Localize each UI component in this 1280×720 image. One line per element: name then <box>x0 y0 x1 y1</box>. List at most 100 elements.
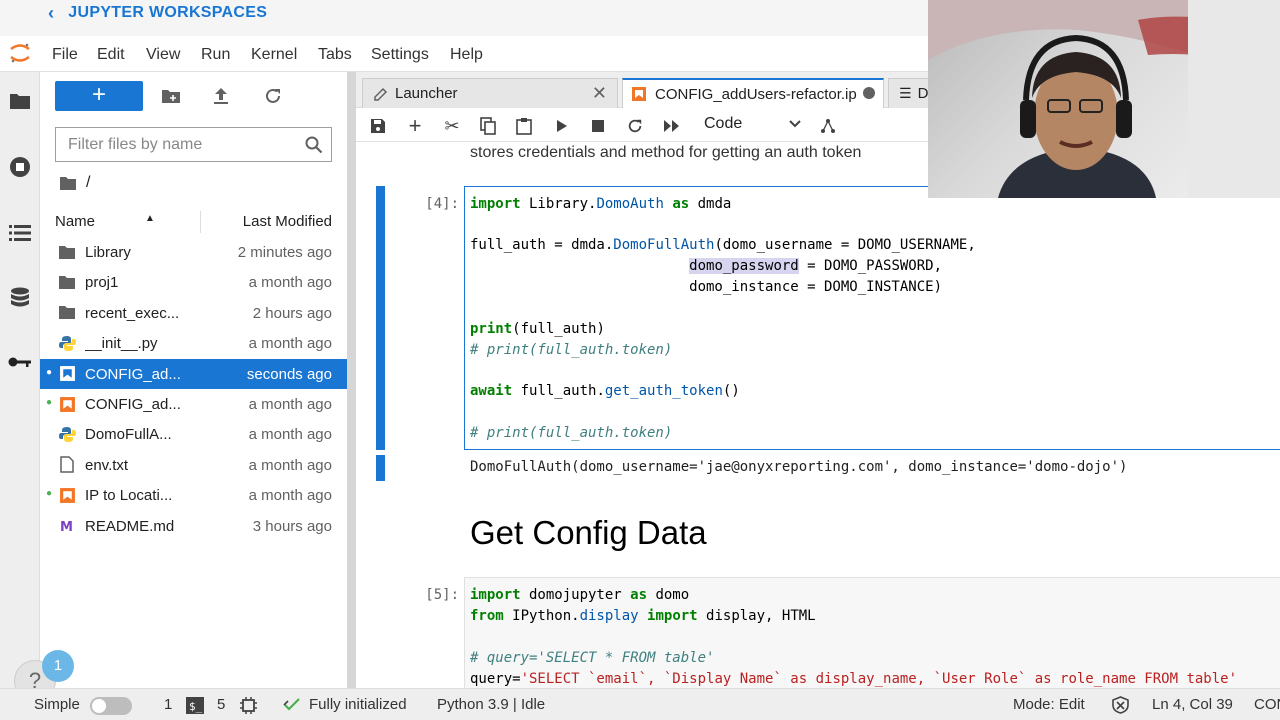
save-icon[interactable] <box>367 115 389 137</box>
unsaved-dot-icon[interactable] <box>863 87 875 99</box>
file-row[interactable]: __init__.py a month ago <box>40 328 347 358</box>
list-icon: ☰ <box>899 85 912 101</box>
sort-ascending-icon: ▲ <box>145 213 155 224</box>
cell-5-editor[interactable]: import domojupyter as domo from IPython.… <box>464 577 1280 688</box>
file-name: IP to Locati... <box>85 487 173 505</box>
copy-icon[interactable] <box>477 115 499 137</box>
fast-forward-icon[interactable] <box>661 115 683 137</box>
file-name: CONFIG_ad... <box>85 396 181 413</box>
simple-mode-toggle[interactable] <box>90 697 132 715</box>
menu-kernel[interactable]: Kernel <box>251 46 297 64</box>
notebook-icon <box>58 486 76 504</box>
file-name: env.txt <box>85 456 129 474</box>
filter-files-input-wrapper <box>55 127 332 162</box>
file-row[interactable]: Library 2 minutes ago <box>40 237 347 267</box>
file-icon <box>58 456 76 474</box>
new-folder-icon[interactable] <box>160 85 182 107</box>
file-modified: a month ago <box>248 274 332 292</box>
file-row[interactable]: env.txt a month ago <box>40 450 347 480</box>
file-row[interactable]: DomoFullA... a month ago <box>40 419 347 449</box>
filter-files-input[interactable] <box>56 135 296 154</box>
folder-icon[interactable] <box>59 176 77 191</box>
kernel-count[interactable]: 5 <box>217 696 225 713</box>
running-kernels-icon[interactable] <box>8 155 32 179</box>
menu-tabs[interactable]: Tabs <box>318 46 352 64</box>
menu-edit[interactable]: Edit <box>97 46 125 64</box>
file-modified: a month ago <box>248 426 332 444</box>
menu-help[interactable]: Help <box>450 46 483 64</box>
panel-splitter[interactable] <box>347 72 356 688</box>
lsp-icon[interactable] <box>283 697 301 717</box>
database-icon[interactable] <box>8 286 32 310</box>
chevron-left-icon: ‹ <box>48 2 55 23</box>
menu-file[interactable]: File <box>52 46 78 64</box>
file-modified: 2 minutes ago <box>237 244 332 261</box>
file-row[interactable]: proj1 a month ago <box>40 267 347 297</box>
running-indicator-icon: ● <box>46 366 53 378</box>
terminal-count[interactable]: 1 <box>164 696 172 713</box>
restart-icon[interactable] <box>624 115 646 137</box>
new-launcher-button[interactable]: + <box>55 81 143 111</box>
tab-config-notebook[interactable]: CONFIG_addUsers-refactor.ip <box>622 78 884 108</box>
menu-run[interactable]: Run <box>201 46 230 64</box>
file-modified: a month ago <box>248 396 332 413</box>
file-name: README.md <box>85 517 175 535</box>
webcam-video-overlay <box>928 0 1280 198</box>
code-line: from IPython.display import display, HTM… <box>470 608 816 624</box>
python-icon <box>58 425 76 443</box>
kernel-chip-icon[interactable] <box>240 697 257 718</box>
cell-type-value: Code <box>704 115 743 132</box>
code-line: domo_instance = DOMO_INSTANCE) <box>470 279 943 295</box>
back-to-workspaces-link[interactable]: ‹ JUPYTER WORKSPACES <box>48 2 267 24</box>
file-row[interactable]: ● CONFIG_ad... seconds ago <box>40 358 347 389</box>
running-indicator-icon: ● <box>46 397 53 408</box>
toc-list-icon[interactable] <box>8 221 32 245</box>
breadcrumb-root[interactable]: / <box>86 174 90 192</box>
file-name: DomoFullA... <box>85 426 172 444</box>
refresh-icon[interactable] <box>262 85 284 107</box>
menu-view[interactable]: View <box>146 46 180 64</box>
file-modified: a month ago <box>248 487 332 505</box>
lsp-status[interactable]: Fully initialized <box>309 696 407 713</box>
code-line: print(full_auth) <box>470 321 605 337</box>
markdown-cell-text[interactable]: stores credentials and method for gettin… <box>470 144 861 162</box>
code-comment: # print(full_auth.token) <box>470 342 673 358</box>
output-collapser[interactable] <box>376 455 385 481</box>
stop-icon[interactable] <box>587 115 609 137</box>
file-name: recent_exec... <box>85 304 180 322</box>
cell-4-editor[interactable]: import Library.DomoAuth as dmda full_aut… <box>464 186 1280 450</box>
folder-icon[interactable] <box>8 89 32 113</box>
code-comment: # query='SELECT * FROM table' <box>470 650 715 666</box>
code-comment: # print(full_auth.token) <box>470 425 673 441</box>
name-column-header[interactable]: Name <box>55 213 95 230</box>
column-divider[interactable] <box>200 211 201 233</box>
folder-icon <box>58 273 76 291</box>
paste-icon[interactable] <box>513 115 535 137</box>
insert-cell-icon[interactable]: + <box>404 113 426 138</box>
cut-icon[interactable]: ✂ <box>441 115 463 137</box>
close-icon[interactable]: ✕ <box>592 83 607 104</box>
file-row[interactable]: ● CONFIG_ad... a month ago <box>40 389 347 419</box>
file-row[interactable]: M README.md 3 hours ago <box>40 511 347 541</box>
cursor-position[interactable]: Ln 4, Col 39 <box>1152 696 1233 713</box>
run-icon[interactable] <box>551 115 573 137</box>
file-row[interactable]: ● IP to Locati... a month ago <box>40 480 347 510</box>
workspaces-label: JUPYTER WORKSPACES <box>68 4 268 21</box>
notification-badge[interactable]: 1 <box>42 650 74 682</box>
edit-mode-status: Mode: Edit <box>1013 696 1085 713</box>
section-heading[interactable]: Get Config Data <box>470 514 707 552</box>
code-line: full_auth = dmda.DomoFullAuth(domo_usern… <box>470 237 976 253</box>
code-line: await full_auth.get_auth_token() <box>470 383 740 399</box>
terminal-icon[interactable]: $_ <box>186 697 204 718</box>
file-row[interactable]: recent_exec... 2 hours ago <box>40 298 347 328</box>
menu-settings[interactable]: Settings <box>371 46 429 64</box>
git-icon[interactable] <box>817 115 839 137</box>
upload-icon[interactable] <box>210 85 232 107</box>
python-icon <box>58 334 76 352</box>
kernel-status[interactable]: Python 3.9 | Idle <box>437 696 545 713</box>
shield-icon[interactable] <box>1112 696 1129 718</box>
cell-type-select[interactable]: Code <box>704 115 806 137</box>
last-modified-column-header[interactable]: Last Modified <box>243 213 332 230</box>
tab-launcher[interactable]: Launcher ✕ <box>362 78 618 108</box>
key-icon[interactable] <box>8 350 32 374</box>
